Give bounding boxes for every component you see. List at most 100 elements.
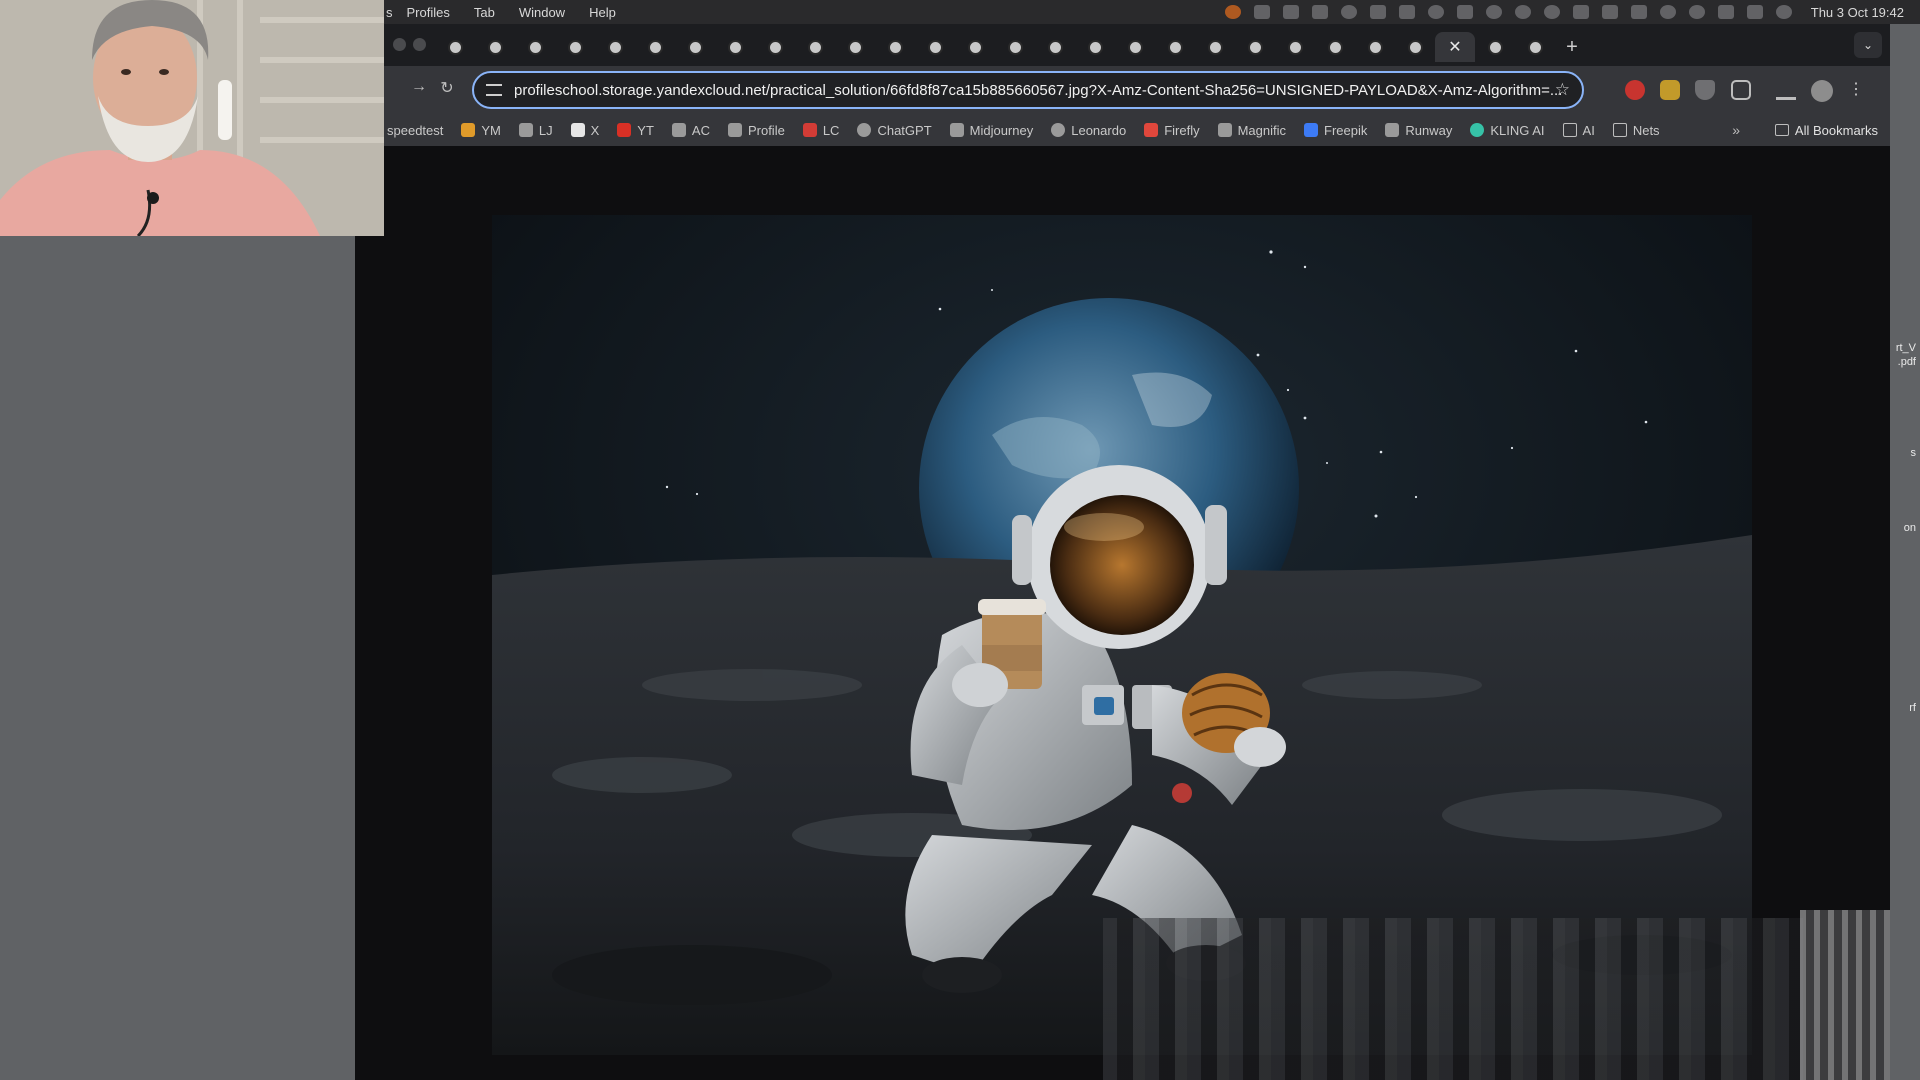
desktop-file-label[interactable]: on <box>1904 522 1916 535</box>
headphones-icon[interactable] <box>1340 5 1357 19</box>
all-bookmarks-button[interactable]: All Bookmarks <box>1774 123 1878 138</box>
profile-avatar-icon[interactable] <box>1811 80 1833 102</box>
battery-icon[interactable] <box>1601 5 1618 19</box>
bookmark-star-icon[interactable]: ☆ <box>1555 80 1570 100</box>
tab[interactable] <box>1475 32 1515 62</box>
bookmark-midjourney[interactable]: Midjourney <box>949 123 1033 138</box>
spotlight-search-icon[interactable] <box>1688 5 1705 19</box>
bookmark-runway[interactable]: Runway <box>1385 123 1452 138</box>
battery-monitor-icon[interactable] <box>1282 5 1299 19</box>
window-minimize-button[interactable] <box>413 38 426 51</box>
adblock-extension-icon[interactable] <box>1625 80 1645 100</box>
bookmark-lj[interactable]: LJ <box>518 123 553 138</box>
tab[interactable] <box>1035 32 1075 62</box>
tab-close-icon[interactable]: ✕ <box>1448 37 1461 57</box>
feather-icon[interactable] <box>1398 5 1415 19</box>
tab[interactable] <box>675 32 715 62</box>
bookmark-ym[interactable]: YM <box>461 123 501 138</box>
site-info-icon[interactable] <box>486 84 502 96</box>
play-icon[interactable] <box>1543 5 1560 19</box>
record-status-icon[interactable] <box>1224 5 1241 19</box>
tab[interactable] <box>1395 32 1435 62</box>
address-bar[interactable]: profileschool.storage.yandexcloud.net/pr… <box>472 71 1584 109</box>
bookmark-folder-nets[interactable]: Nets <box>1612 123 1660 138</box>
bookmark-label: Firefly <box>1164 122 1200 138</box>
tab[interactable] <box>995 32 1035 62</box>
tab[interactable] <box>1195 32 1235 62</box>
sync-icon[interactable] <box>1427 5 1444 19</box>
bookmark-folder-ai[interactable]: AI <box>1562 122 1595 138</box>
privacy-shield-icon[interactable] <box>1695 80 1715 100</box>
keyboard-icon[interactable] <box>1456 5 1473 19</box>
tab[interactable] <box>835 32 875 62</box>
bookmark-speedtest[interactable]: speedtest <box>387 123 443 138</box>
menu-item-help[interactable]: Help <box>589 5 616 20</box>
siri-icon[interactable] <box>1775 5 1792 19</box>
bookmark-lc[interactable]: LC <box>802 123 839 138</box>
forward-arrow-icon[interactable]: → <box>407 78 431 96</box>
menu-item-app[interactable]: s <box>386 5 393 20</box>
time-machine-icon[interactable] <box>1514 5 1531 19</box>
tab[interactable] <box>875 32 915 62</box>
more-menu-icon[interactable]: ⋮ <box>1848 80 1864 100</box>
new-tab-button[interactable]: + <box>1555 32 1589 62</box>
tab[interactable] <box>435 32 475 62</box>
wifi-icon[interactable] <box>1630 5 1647 19</box>
desktop-file-label[interactable]: .pdf <box>1898 356 1916 369</box>
menu-bar-clock[interactable]: Thu 3 Oct 19:42 <box>1811 5 1904 20</box>
navigation-icon[interactable] <box>1485 5 1502 19</box>
tab[interactable] <box>1355 32 1395 62</box>
control-center-icon[interactable] <box>1746 5 1763 19</box>
tab-search-button[interactable]: ⌄ <box>1854 32 1882 58</box>
window-close-button[interactable] <box>393 38 406 51</box>
tab[interactable] <box>915 32 955 62</box>
desktop-file-label[interactable]: rf <box>1909 702 1916 715</box>
audio-level-icon[interactable] <box>1311 5 1328 19</box>
tab[interactable] <box>1515 32 1555 62</box>
tab[interactable] <box>1315 32 1355 62</box>
tab[interactable] <box>475 32 515 62</box>
tab[interactable] <box>555 32 595 62</box>
menu-item-window[interactable]: Window <box>519 5 565 20</box>
leonardo-icon <box>1051 123 1066 137</box>
menu-item-profiles[interactable]: Profiles <box>407 5 450 20</box>
bookmark-leonardo[interactable]: Leonardo <box>1051 123 1126 138</box>
extension-icon[interactable] <box>1660 80 1680 100</box>
tab[interactable] <box>715 32 755 62</box>
bookmark-firefly[interactable]: Firefly <box>1144 122 1200 138</box>
tab[interactable] <box>755 32 795 62</box>
tab[interactable] <box>1115 32 1155 62</box>
bookmark-label: AI <box>1582 122 1595 138</box>
tab[interactable] <box>1235 32 1275 62</box>
tab[interactable] <box>955 32 995 62</box>
bookmark-magnific[interactable]: Magnific <box>1217 123 1286 138</box>
tab[interactable] <box>1155 32 1195 62</box>
display-icon[interactable] <box>1369 5 1386 19</box>
user-switch-icon[interactable] <box>1659 5 1676 19</box>
reload-icon[interactable]: ↻ <box>435 78 459 98</box>
extensions-puzzle-icon[interactable] <box>1731 80 1751 100</box>
bookmark-profile[interactable]: Profile <box>727 123 785 138</box>
tab[interactable] <box>1075 32 1115 62</box>
menu-item-tab[interactable]: Tab <box>474 5 495 20</box>
bookmark-freepik[interactable]: Freepik <box>1304 123 1367 138</box>
desktop-file-label[interactable]: rt_V <box>1896 342 1916 355</box>
desktop-file-label[interactable]: s <box>1911 447 1917 460</box>
bluetooth-icon[interactable] <box>1572 5 1589 19</box>
bookmark-yt[interactable]: YT <box>617 123 654 138</box>
tab[interactable] <box>515 32 555 62</box>
download-icon[interactable] <box>1776 80 1796 100</box>
active-tab[interactable]: ✕ <box>1435 32 1475 62</box>
url-text[interactable]: profileschool.storage.yandexcloud.net/pr… <box>514 82 1564 99</box>
tab[interactable] <box>595 32 635 62</box>
tab[interactable] <box>635 32 675 62</box>
cloud-status-icon[interactable] <box>1253 5 1270 19</box>
bookmark-chatgpt[interactable]: ChatGPT <box>857 123 932 138</box>
bookmarks-overflow-icon[interactable]: » <box>1732 122 1740 138</box>
input-source-icon[interactable] <box>1717 5 1734 19</box>
bookmark-x[interactable]: X <box>570 123 599 138</box>
tab[interactable] <box>1275 32 1315 62</box>
bookmark-ac[interactable]: AC <box>671 123 710 138</box>
tab[interactable] <box>795 32 835 62</box>
bookmark-kling-ai[interactable]: KLING AI <box>1470 123 1545 138</box>
